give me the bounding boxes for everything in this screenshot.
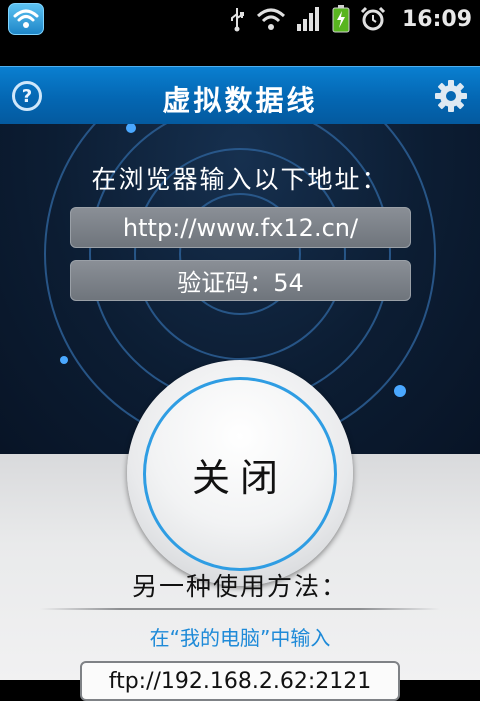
url-field[interactable]: http://www.fx12.cn/ — [70, 207, 411, 248]
cell-signal-icon — [296, 7, 319, 31]
alarm-icon — [360, 6, 386, 31]
close-button[interactable]: 关闭 — [143, 377, 337, 571]
status-time: 16:09 — [401, 6, 472, 32]
close-button-label: 关闭 — [191, 455, 288, 500]
gear-icon — [435, 80, 467, 112]
wifi-app-icon — [8, 3, 44, 35]
status-bar: 16:09 — [0, 0, 480, 38]
battery-charging-icon — [332, 5, 350, 33]
usb-icon — [230, 8, 244, 32]
settings-button[interactable] — [434, 79, 468, 113]
verification-code: 验证码：54 — [70, 260, 411, 301]
title-bar: ? 虚拟数据线 — [0, 66, 480, 124]
address-heading: 在浏览器输入以下地址： — [91, 165, 389, 194]
ftp-address-field[interactable]: ftp://192.168.2.62:2121 — [80, 661, 400, 701]
divider — [40, 608, 440, 610]
wifi-signal-icon — [256, 8, 285, 30]
page-title: 虚拟数据线 — [162, 84, 318, 117]
alt-method-instruction: 在“我的电脑”中输入 — [149, 626, 331, 650]
alt-method-heading: 另一种使用方法： — [131, 572, 348, 601]
